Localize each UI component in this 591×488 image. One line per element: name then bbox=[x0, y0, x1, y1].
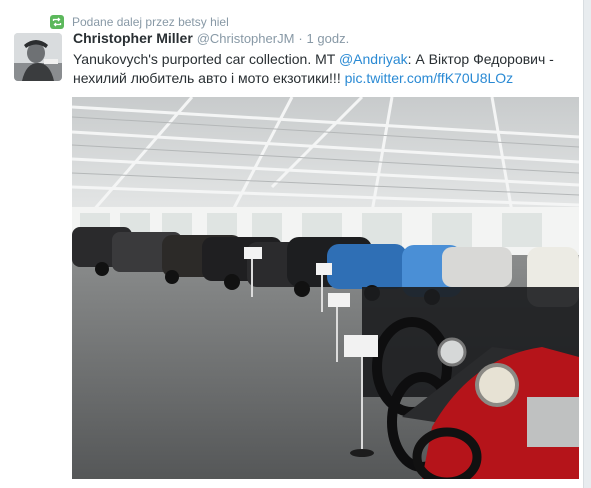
scrollbar-track[interactable] bbox=[583, 0, 591, 488]
tweet-photo[interactable] bbox=[72, 97, 579, 479]
mention-link[interactable]: @Andriyak bbox=[339, 51, 408, 67]
tweet-text-part1: Yanukovych's purported car collection. M… bbox=[73, 51, 339, 67]
separator-dot: · bbox=[298, 31, 303, 46]
tweet-timestamp[interactable]: 1 godz. bbox=[307, 31, 350, 46]
media-link[interactable]: pic.twitter.com/ffK70U8LOz bbox=[345, 70, 514, 86]
retweet-label[interactable]: Podane dalej przez betsy hiel bbox=[72, 15, 229, 29]
avatar[interactable] bbox=[14, 33, 62, 81]
retweet-icon bbox=[50, 15, 64, 29]
author-name[interactable]: Christopher Miller bbox=[73, 30, 193, 46]
retweet-context: Podane dalej przez betsy hiel bbox=[50, 14, 229, 30]
tweet-header: Christopher Miller @ChristopherJM · 1 go… bbox=[73, 30, 349, 46]
author-handle[interactable]: @ChristopherJM bbox=[197, 31, 295, 46]
tweet-text: Yanukovych's purported car collection. M… bbox=[73, 50, 578, 88]
